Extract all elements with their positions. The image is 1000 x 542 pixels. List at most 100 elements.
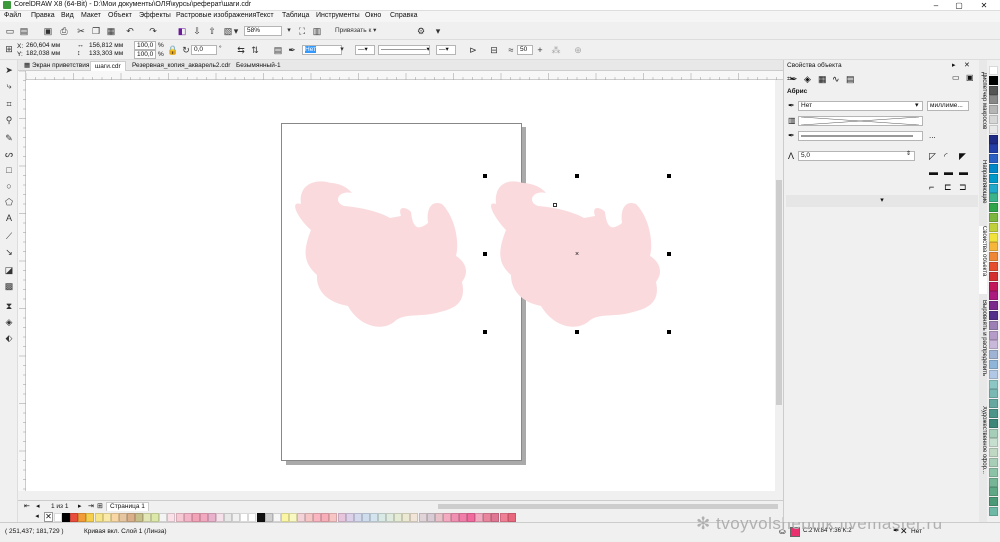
palette-swatch[interactable] [989, 330, 998, 340]
crop-tool-icon[interactable]: ⌗ [3, 98, 15, 110]
scale-width-field[interactable]: 100,0 [134, 41, 156, 50]
palette-swatch[interactable] [272, 513, 281, 522]
freehand-tool-icon[interactable]: ✎ [3, 132, 15, 144]
cap-round-icon[interactable]: ▬ [944, 167, 953, 177]
palette-swatch[interactable] [989, 291, 998, 301]
page-tab[interactable]: Страница 1 [106, 502, 149, 511]
end-arrowhead-dropdown[interactable]: —▾ [436, 45, 456, 55]
cut-icon[interactable]: ✂ [75, 25, 87, 37]
palette-swatch[interactable] [989, 487, 998, 497]
palette-swatch[interactable] [989, 213, 998, 222]
outline-tab-icon[interactable]: ✒ [790, 74, 798, 85]
palette-swatch[interactable] [224, 513, 233, 522]
smoothing-plus-icon[interactable]: + [534, 44, 546, 56]
palette-swatch[interactable] [989, 105, 998, 115]
palette-swatch[interactable] [191, 513, 200, 522]
smoothing-value-field[interactable]: 50 [517, 45, 533, 55]
minimize-icon[interactable]: – [927, 0, 945, 11]
palette-swatch[interactable] [418, 513, 427, 522]
full-screen-icon[interactable]: ⛶ [296, 25, 308, 37]
palette-swatch[interactable] [989, 173, 998, 183]
transparency-icon[interactable]: ▩ [3, 280, 15, 292]
selection-handle-bottom-middle[interactable] [575, 330, 579, 334]
palette-swatch[interactable] [989, 222, 998, 232]
palette-scroll-left-icon[interactable]: ◂ [32, 512, 42, 522]
line-style-field[interactable] [798, 131, 923, 141]
palette-swatch[interactable] [989, 448, 998, 458]
undo-icon[interactable]: ↶ [124, 25, 136, 37]
palette-swatch[interactable] [135, 513, 143, 522]
palette-swatch[interactable] [989, 409, 998, 418]
artistic-media-icon[interactable]: ᔕ [3, 148, 15, 160]
palette-swatch[interactable] [248, 513, 257, 522]
selection-handle-bottom-left[interactable] [483, 330, 487, 334]
palette-swatch[interactable] [989, 340, 998, 350]
search-content-icon[interactable]: ◧ [176, 25, 188, 37]
node-marker[interactable] [553, 203, 557, 207]
docker-float-icon[interactable]: ▭ [952, 73, 960, 82]
selection-handle-top-middle[interactable] [575, 174, 579, 178]
outline-width-field[interactable]: Нет [798, 101, 923, 111]
palette-swatch[interactable] [475, 513, 484, 522]
palette-swatch[interactable] [410, 513, 419, 522]
unit-dropdown[interactable]: миллиме... [927, 101, 969, 111]
close-curve-icon[interactable]: ⊳ [467, 44, 479, 56]
copy-icon[interactable]: ❐ [90, 25, 102, 37]
cap-square-icon[interactable]: ▬ [959, 167, 968, 177]
palette-swatch[interactable] [110, 513, 119, 522]
corner-round-icon[interactable]: ◜ [944, 151, 948, 162]
palette-swatch[interactable] [467, 513, 476, 522]
palette-swatch[interactable] [386, 513, 395, 522]
vertical-ruler[interactable] [18, 71, 26, 491]
palette-swatch[interactable] [369, 513, 378, 522]
object-origin-icon[interactable]: ⊞ [3, 43, 15, 55]
drawing-canvas[interactable]: × [26, 80, 775, 491]
x-position-field[interactable]: 260,604 мм [24, 42, 70, 50]
position-center-icon[interactable]: ⊏ [944, 182, 952, 193]
outline-width-arrow-icon[interactable]: ▾ [336, 44, 348, 56]
palette-swatch[interactable] [329, 513, 338, 522]
last-page-icon[interactable]: ⇥ [88, 502, 94, 510]
miter-spinner-icon[interactable]: ⇕ [906, 150, 911, 157]
maximize-icon[interactable]: ▢ [950, 0, 968, 11]
palette-swatch[interactable] [240, 513, 249, 522]
selection-center-icon[interactable]: × [575, 251, 579, 258]
zoom-dropdown-icon[interactable]: ▾ [283, 25, 295, 37]
scale-height-field[interactable]: 100,0 [134, 50, 156, 59]
next-page-icon[interactable]: ▸ [78, 502, 82, 510]
palette-swatch[interactable] [280, 513, 289, 522]
palette-swatch[interactable] [989, 75, 998, 85]
palette-swatch[interactable] [989, 360, 998, 369]
menu-window[interactable]: Окно [365, 12, 381, 19]
palette-swatch[interactable] [989, 428, 998, 438]
palette-swatch[interactable] [989, 467, 998, 477]
palette-swatch[interactable] [207, 513, 216, 522]
palette-swatch[interactable] [989, 66, 998, 75]
connector-tool-icon[interactable]: ↘ [3, 246, 15, 258]
palette-swatch[interactable] [989, 320, 998, 330]
palette-swatch[interactable] [216, 513, 224, 522]
menu-file[interactable]: Файл [4, 12, 21, 19]
corner-miter-icon[interactable]: ◸ [929, 151, 936, 162]
expand-section-icon[interactable]: ▾ [786, 195, 978, 207]
palette-swatch[interactable] [232, 513, 241, 522]
height-field[interactable]: 133,303 мм [87, 50, 131, 58]
cap-butt-icon[interactable]: ▬ [929, 167, 938, 177]
palette-swatch[interactable] [264, 513, 273, 522]
smoothing-icon[interactable]: ≈ [505, 44, 517, 56]
palette-swatch[interactable] [175, 513, 184, 522]
palette-swatch[interactable] [989, 262, 998, 271]
start-arrowhead-dropdown[interactable]: —▾ [355, 45, 375, 55]
tab-steps-cdr[interactable]: шаги.cdr [90, 61, 126, 71]
docker-menu-icon[interactable]: ▸ [952, 61, 956, 69]
palette-swatch[interactable] [143, 513, 152, 522]
palette-swatch[interactable] [151, 513, 160, 522]
mirror-vertical-icon[interactable]: ⇅ [249, 44, 261, 56]
palette-swatch[interactable] [989, 271, 998, 281]
tab-guidelines[interactable]: Направляющие [979, 160, 987, 220]
palette-swatch[interactable] [989, 477, 998, 487]
drop-shadow-icon[interactable]: ◪ [3, 264, 15, 276]
horizontal-ruler[interactable] [26, 71, 783, 80]
tab-macro-manager[interactable]: Диспетчер макросов [979, 72, 987, 152]
tab-untitled[interactable]: Безымянный-1 [232, 61, 285, 71]
